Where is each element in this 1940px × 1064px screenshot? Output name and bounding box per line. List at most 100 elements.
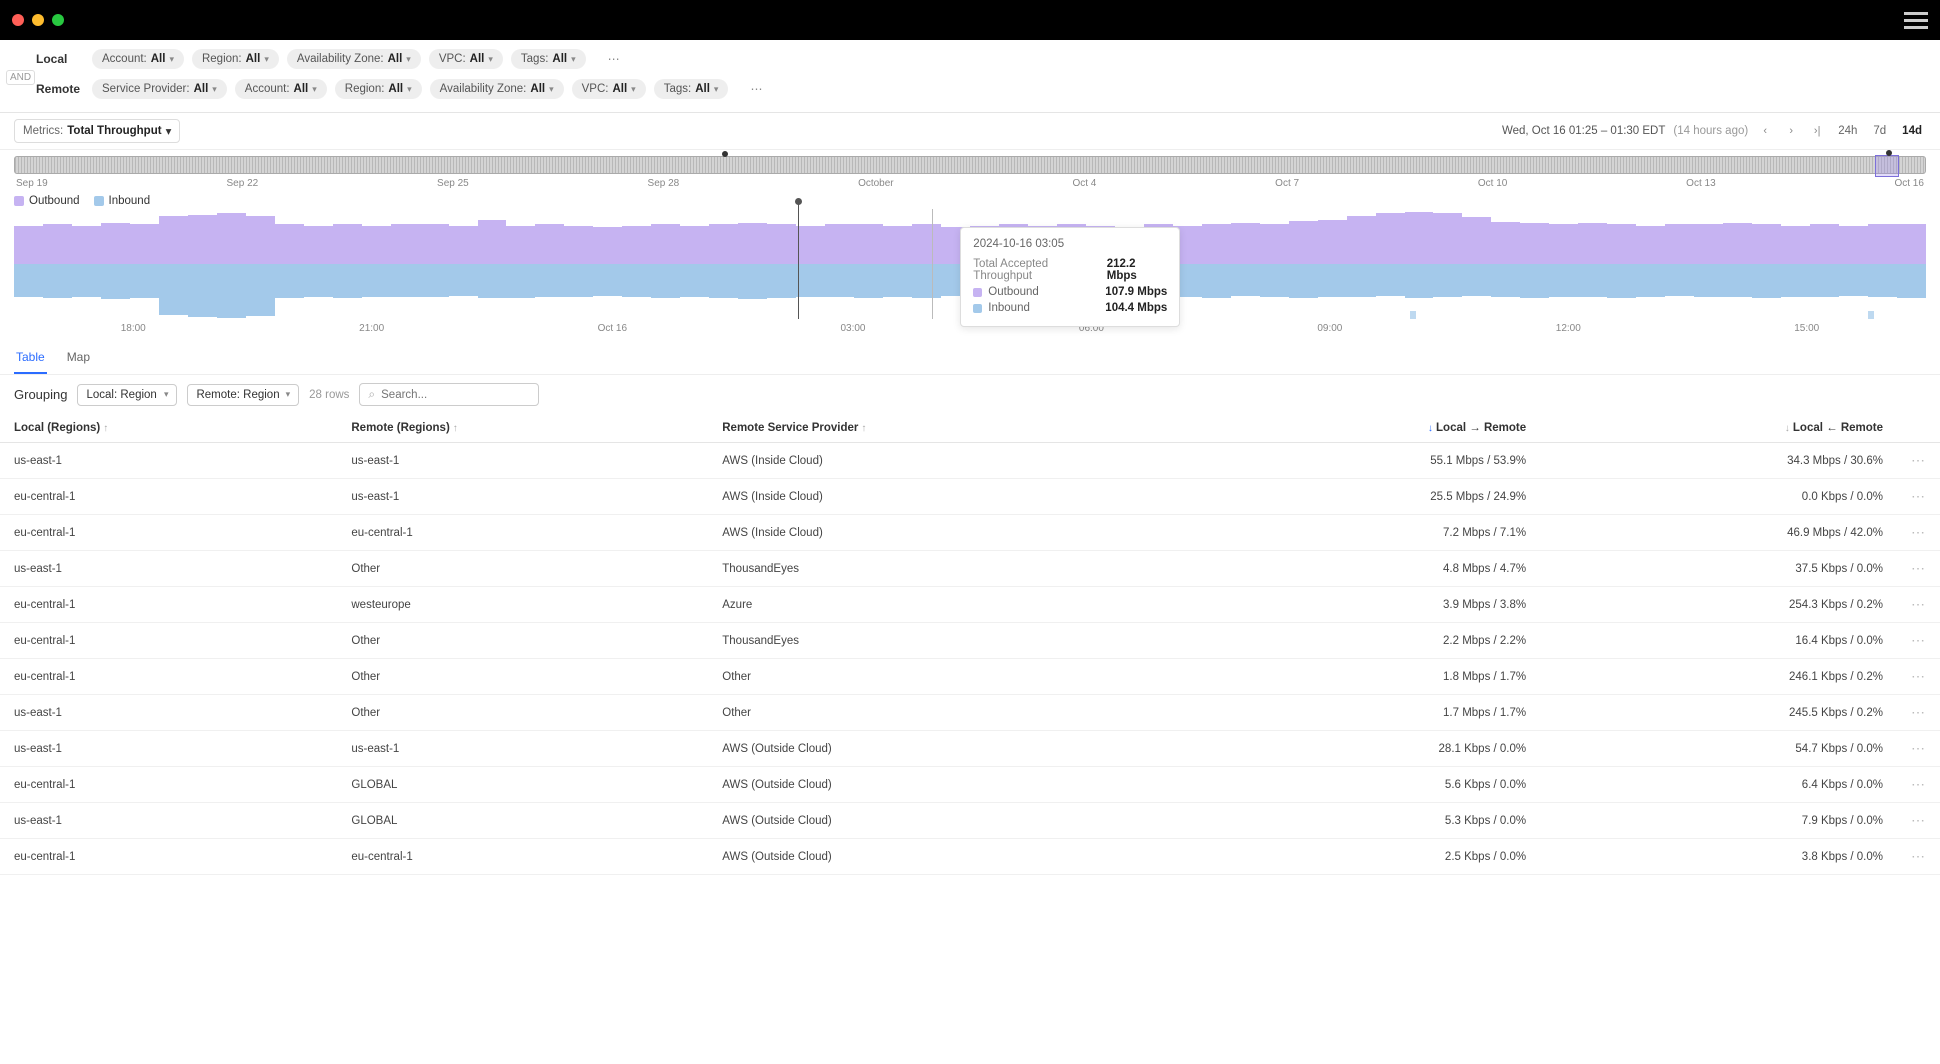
throughput-chart[interactable]: 18:0021:00Oct 1603:0006:0009:0012:0015:0… bbox=[0, 209, 1940, 342]
col-remote[interactable]: Remote (Regions)↑ bbox=[337, 414, 708, 443]
col-local[interactable]: Local (Regions)↑ bbox=[0, 414, 337, 443]
remote-filter-label: Remote bbox=[36, 82, 84, 96]
chevron-down-icon: ▾ bbox=[407, 84, 412, 95]
row-menu-icon[interactable]: ⋯ bbox=[1911, 560, 1926, 576]
remote-filter-chip[interactable]: Account: All ▾ bbox=[235, 79, 327, 99]
jump-latest-button[interactable]: ›| bbox=[1808, 122, 1826, 140]
row-menu-icon[interactable]: ⋯ bbox=[1911, 632, 1926, 648]
remote-filter-chip[interactable]: VPC: All ▾ bbox=[572, 79, 646, 99]
table-row[interactable]: us-east-1OtherThousandEyes4.8 Mbps / 4.7… bbox=[0, 551, 1940, 587]
table-row[interactable]: eu-central-1OtherThousandEyes2.2 Mbps / … bbox=[0, 623, 1940, 659]
table-row[interactable]: eu-central-1us-east-1AWS (Inside Cloud)2… bbox=[0, 479, 1940, 515]
table-row[interactable]: us-east-1GLOBALAWS (Outside Cloud)5.3 Kb… bbox=[0, 803, 1940, 839]
local-filter-chip[interactable]: Account: All ▾ bbox=[92, 49, 184, 69]
local-filter-chip[interactable]: Tags: All ▾ bbox=[511, 49, 586, 69]
time-ago-text: (14 hours ago) bbox=[1673, 125, 1748, 137]
chevron-down-icon: ▾ bbox=[549, 84, 554, 95]
time-range-controls: Wed, Oct 16 01:25 – 01:30 EDT (14 hours … bbox=[1502, 122, 1926, 140]
chart-legend: Outbound Inbound bbox=[0, 189, 1940, 209]
chart-cursor[interactable] bbox=[798, 203, 799, 319]
chevron-down-icon: ▾ bbox=[164, 389, 169, 400]
chevron-down-icon: ▾ bbox=[631, 84, 636, 95]
search-input[interactable] bbox=[381, 389, 535, 401]
menu-icon[interactable] bbox=[1904, 12, 1928, 29]
chevron-down-icon: ▾ bbox=[312, 84, 317, 95]
window-titlebar bbox=[0, 0, 1940, 40]
minimize-window-button[interactable] bbox=[32, 14, 44, 26]
metrics-selector[interactable]: Metrics: Total Throughput ▾ bbox=[14, 119, 180, 143]
row-menu-icon[interactable]: ⋯ bbox=[1911, 848, 1926, 864]
window-controls bbox=[12, 14, 64, 26]
table-row[interactable]: us-east-1us-east-1AWS (Outside Cloud)28.… bbox=[0, 731, 1940, 767]
remote-filter-row: Remote Service Provider: All ▾ Account: A… bbox=[36, 78, 1926, 100]
table-row[interactable]: eu-central-1eu-central-1AWS (Inside Clou… bbox=[0, 515, 1940, 551]
table-row[interactable]: eu-central-1OtherOther1.8 Mbps / 1.7%246… bbox=[0, 659, 1940, 695]
and-operator-badge: AND bbox=[6, 70, 35, 85]
row-menu-icon[interactable]: ⋯ bbox=[1911, 812, 1926, 828]
prev-time-button[interactable]: ‹ bbox=[1756, 122, 1774, 140]
col-local-to-remote[interactable]: ↓ Local → Remote bbox=[1183, 414, 1540, 443]
inbound-swatch bbox=[94, 196, 104, 206]
table-row[interactable]: us-east-1us-east-1AWS (Inside Cloud)55.1… bbox=[0, 443, 1940, 479]
chevron-down-icon: ▾ bbox=[264, 54, 269, 65]
col-remote-to-local[interactable]: ↓ Local ← Remote bbox=[1540, 414, 1897, 443]
search-box[interactable]: ⌕ bbox=[359, 383, 539, 406]
remote-filter-chip[interactable]: Service Provider: All ▾ bbox=[92, 79, 227, 99]
sort-asc-icon: ↑ bbox=[453, 423, 458, 434]
col-provider[interactable]: Remote Service Provider↑ bbox=[708, 414, 1183, 443]
row-menu-icon[interactable]: ⋯ bbox=[1911, 668, 1926, 684]
chevron-down-icon: ▾ bbox=[169, 54, 174, 65]
chevron-down-icon: ▾ bbox=[714, 84, 719, 95]
row-menu-icon[interactable]: ⋯ bbox=[1911, 452, 1926, 468]
range-14d-button[interactable]: 14d bbox=[1898, 123, 1926, 139]
row-menu-icon[interactable]: ⋯ bbox=[1911, 524, 1926, 540]
outbound-swatch bbox=[14, 196, 24, 206]
tooltip-time: 2024-10-16 03:05 bbox=[973, 238, 1167, 250]
overview-scrubber[interactable] bbox=[14, 156, 1926, 174]
range-7d-button[interactable]: 7d bbox=[1869, 123, 1890, 139]
next-time-button[interactable]: › bbox=[1782, 122, 1800, 140]
close-window-button[interactable] bbox=[12, 14, 24, 26]
local-filter-chip[interactable]: VPC: All ▾ bbox=[429, 49, 503, 69]
table-row[interactable]: eu-central-1GLOBALAWS (Outside Cloud)5.6… bbox=[0, 767, 1940, 803]
time-range-text: Wed, Oct 16 01:25 – 01:30 EDT bbox=[1502, 125, 1665, 137]
grouping-label: Grouping bbox=[14, 387, 67, 402]
maximize-window-button[interactable] bbox=[52, 14, 64, 26]
chart-hover-line bbox=[932, 209, 933, 319]
overview-selection[interactable] bbox=[1875, 155, 1899, 177]
remote-filter-chip[interactable]: Tags: All ▾ bbox=[654, 79, 729, 99]
grouping-bar: Grouping Local: Region▾ Remote: Region▾ … bbox=[0, 375, 1940, 414]
overview-timeline[interactable]: Sep 19Sep 22Sep 25Sep 28OctoberOct 4Oct … bbox=[0, 150, 1940, 189]
more-filters-icon[interactable]: ⋯ bbox=[602, 48, 626, 70]
tab-map[interactable]: Map bbox=[65, 342, 92, 374]
chart-tooltip: 2024-10-16 03:05 Total Accepted Throughp… bbox=[960, 227, 1180, 327]
remote-filter-chip[interactable]: Availability Zone: All ▾ bbox=[430, 79, 564, 99]
chevron-down-icon: ▾ bbox=[571, 54, 576, 65]
local-filter-label: Local bbox=[36, 52, 84, 66]
table-row[interactable]: us-east-1OtherOther1.7 Mbps / 1.7%245.5 … bbox=[0, 695, 1940, 731]
table-row[interactable]: eu-central-1westeuropeAzure3.9 Mbps / 3.… bbox=[0, 587, 1940, 623]
local-filter-chip[interactable]: Availability Zone: All ▾ bbox=[287, 49, 421, 69]
table-row[interactable]: eu-central-1eu-central-1AWS (Outside Clo… bbox=[0, 839, 1940, 875]
more-filters-icon[interactable]: ⋯ bbox=[744, 78, 768, 100]
row-menu-icon[interactable]: ⋯ bbox=[1911, 740, 1926, 756]
filter-bar: AND Local Account: All ▾ Region: All ▾ Ava… bbox=[0, 40, 1940, 113]
row-menu-icon[interactable]: ⋯ bbox=[1911, 596, 1926, 612]
row-menu-icon[interactable]: ⋯ bbox=[1911, 488, 1926, 504]
grouping-local-select[interactable]: Local: Region▾ bbox=[77, 384, 177, 406]
row-count: 28 rows bbox=[309, 389, 349, 401]
local-filter-chip[interactable]: Region: All ▾ bbox=[192, 49, 279, 69]
sort-desc-icon: ↓ bbox=[1428, 423, 1433, 434]
search-icon: ⌕ bbox=[368, 387, 375, 402]
remote-filter-chip[interactable]: Region: All ▾ bbox=[335, 79, 422, 99]
grouping-remote-select[interactable]: Remote: Region▾ bbox=[187, 384, 299, 406]
chevron-down-icon: ▾ bbox=[488, 54, 493, 65]
row-menu-icon[interactable]: ⋯ bbox=[1911, 704, 1926, 720]
chevron-down-icon: ▾ bbox=[286, 389, 291, 400]
view-tabs: Table Map bbox=[0, 342, 1940, 375]
range-24h-button[interactable]: 24h bbox=[1834, 123, 1861, 139]
chevron-down-icon: ▾ bbox=[166, 124, 172, 138]
row-menu-icon[interactable]: ⋯ bbox=[1911, 776, 1926, 792]
sort-desc-icon: ↓ bbox=[1785, 423, 1790, 434]
tab-table[interactable]: Table bbox=[14, 342, 47, 374]
